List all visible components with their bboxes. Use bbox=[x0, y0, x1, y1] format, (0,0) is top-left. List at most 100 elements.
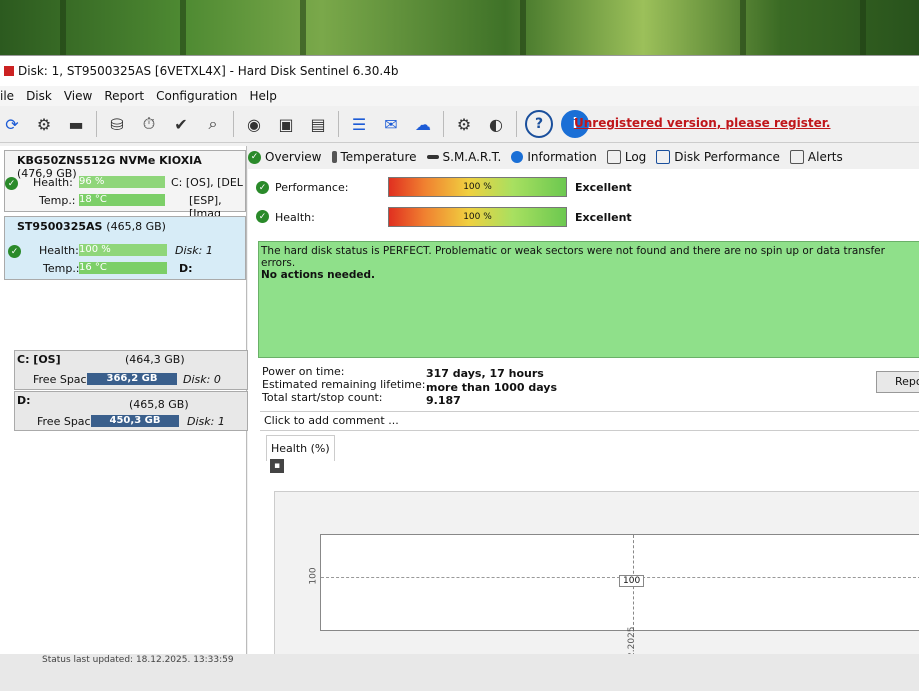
email-icon[interactable]: ✉ bbox=[379, 112, 403, 136]
tab-overview[interactable]: ✓ Overview bbox=[248, 150, 322, 164]
volume-name: C: [OS] bbox=[17, 353, 61, 366]
status-text: Status last updated: 18.12.2025. 13:33:5… bbox=[42, 655, 234, 665]
network-disk-icon[interactable]: ◉ bbox=[242, 112, 266, 136]
sound-icon[interactable]: ◐ bbox=[484, 112, 508, 136]
check-icon: ✓ bbox=[8, 245, 21, 258]
tab-information[interactable]: Information bbox=[511, 150, 597, 164]
startstop-value: 9.187 bbox=[426, 394, 461, 407]
performance-label: Performance: bbox=[275, 181, 349, 194]
free-space-bar: 366,2 GB bbox=[87, 373, 177, 385]
volume-item-d[interactable]: D: (465,8 GB) Free Space 450,3 GB Disk: … bbox=[14, 391, 248, 431]
save-icon[interactable]: ▪ bbox=[270, 459, 284, 473]
refresh-icon[interactable]: ⟳ bbox=[0, 112, 24, 136]
tab-smart[interactable]: S.M.A.R.T. bbox=[426, 150, 501, 164]
comment-field[interactable]: Click to add comment ... bbox=[260, 411, 919, 431]
power-on-label: Power on time: bbox=[262, 365, 345, 378]
title-bar: Disk: 1, ST9500325AS [6VETXL4X] - Hard D… bbox=[0, 56, 919, 86]
overview-panel: ✓ Performance: 100 % Excellent ✓ Health:… bbox=[248, 169, 919, 688]
device-icon[interactable]: ▤ bbox=[306, 112, 330, 136]
log-icon bbox=[606, 150, 621, 164]
check-icon: ✓ bbox=[248, 150, 261, 164]
volume-disk: Disk: 0 bbox=[183, 373, 221, 386]
disk-item-kioxia[interactable]: KBG50ZNS512G NVMe KIOXIA (476,9 GB) ✓ He… bbox=[4, 150, 246, 220]
menu-disk[interactable]: Disk bbox=[26, 89, 52, 103]
settings-icon[interactable]: ⚙ bbox=[452, 112, 476, 136]
health-bar: 100 % bbox=[79, 244, 167, 256]
tab-bar: ✓ Overview Temperature S.M.A.R.T. Informa… bbox=[248, 146, 853, 168]
menu-file[interactable]: ile bbox=[0, 89, 14, 103]
y-tick-label: 100 bbox=[308, 567, 319, 585]
actions-text: No actions needed. bbox=[261, 269, 376, 281]
lifetime-label: Estimated remaining lifetime: bbox=[262, 378, 426, 391]
temp-label: Temp.: bbox=[43, 262, 80, 275]
temp-bar: 16 °C bbox=[79, 262, 167, 274]
menu-view[interactable]: View bbox=[64, 89, 92, 103]
tab-temperature[interactable]: Temperature bbox=[331, 150, 417, 164]
disk-item-st9500325as[interactable]: ST9500325AS (465,8 GB) ✓ Health: 100 % D… bbox=[4, 216, 246, 280]
status-box: The hard disk status is PERFECT. Problem… bbox=[258, 241, 919, 358]
performance-rating: Excellent bbox=[575, 181, 632, 194]
disk-name: ST9500325AS bbox=[17, 220, 103, 233]
data-label: 100 bbox=[619, 575, 645, 587]
alerts-icon bbox=[789, 150, 804, 164]
tab-alerts[interactable]: Alerts bbox=[789, 150, 843, 164]
check-icon: ✓ bbox=[5, 177, 18, 190]
status-text: The hard disk status is PERFECT. Problem… bbox=[261, 245, 885, 269]
box-icon[interactable]: ▣ bbox=[274, 112, 298, 136]
startstop-label: Total start/stop count: bbox=[262, 391, 383, 404]
menu-configuration[interactable]: Configuration bbox=[156, 89, 237, 103]
report-icon[interactable]: ☰ bbox=[347, 112, 371, 136]
disk-size: (465,8 GB) bbox=[106, 220, 166, 233]
power-on-value: 317 days, 17 hours bbox=[426, 367, 544, 380]
health-label: Health: bbox=[275, 211, 315, 224]
toolbar-separator bbox=[96, 111, 97, 137]
health-rating: Excellent bbox=[575, 211, 632, 224]
report-button[interactable]: Repo bbox=[876, 371, 919, 393]
disk-refresh-icon[interactable]: ⚙ bbox=[32, 112, 56, 136]
volume-name: D: bbox=[17, 394, 31, 407]
health-label: Health: bbox=[39, 244, 79, 257]
free-space-label: Free Space bbox=[37, 415, 98, 428]
menu-help[interactable]: Help bbox=[250, 89, 277, 103]
temp-bar: 18 °C bbox=[79, 194, 165, 206]
health-label: Health: bbox=[33, 176, 73, 189]
disk-check-icon[interactable]: ✔ bbox=[169, 112, 193, 136]
toolbar-separator bbox=[233, 111, 234, 137]
volume-size: (465,8 GB) bbox=[129, 398, 189, 411]
performance-bar: 100 % bbox=[388, 177, 567, 197]
disk-test-icon[interactable]: ⛁ bbox=[105, 112, 129, 136]
toolbar-separator bbox=[338, 111, 339, 137]
temp-label: Temp.: bbox=[39, 194, 76, 207]
check-icon: ✓ bbox=[256, 210, 269, 223]
toolbar-separator bbox=[516, 111, 517, 137]
disk-list-panel: KBG50ZNS512G NVMe KIOXIA (476,9 GB) ✓ He… bbox=[0, 146, 248, 686]
disk-timer-icon[interactable]: ⏱ bbox=[137, 112, 161, 136]
volume-disk: Disk: 1 bbox=[187, 415, 225, 428]
disk-info-2: D: bbox=[179, 262, 193, 275]
tab-disk-performance[interactable]: Disk Performance bbox=[656, 150, 780, 164]
app-icon bbox=[4, 66, 14, 76]
thermometer-icon bbox=[331, 151, 337, 163]
volume-item-c[interactable]: C: [OS] (464,3 GB) Free Space 366,2 GB D… bbox=[14, 350, 248, 390]
volume-size: (464,3 GB) bbox=[125, 353, 185, 366]
lifetime-value: more than 1000 days bbox=[426, 381, 558, 394]
help-icon[interactable]: ? bbox=[525, 110, 553, 138]
disk-info: Disk: 1 bbox=[175, 244, 213, 257]
status-bar: Status last updated: 18.12.2025. 13:33:5… bbox=[0, 654, 919, 691]
tab-log[interactable]: Log bbox=[606, 150, 646, 164]
health-bar: 96 % bbox=[79, 176, 165, 188]
disk-name: KBG50ZNS512G NVMe KIOXIA bbox=[17, 154, 202, 167]
toolbar-separator bbox=[443, 111, 444, 137]
app-window: Disk: 1, ST9500325AS [6VETXL4X] - Hard D… bbox=[0, 55, 919, 691]
health-bar: 100 % bbox=[388, 207, 567, 227]
unregistered-link[interactable]: Unregistered version, please register. bbox=[574, 116, 831, 130]
disk-info: C: [OS], [DEL bbox=[171, 176, 243, 189]
menu-report[interactable]: Report bbox=[104, 89, 144, 103]
web-icon[interactable]: ☁ bbox=[411, 112, 435, 136]
toolbar: ⟳ ⚙ ▬ ⛁ ⏱ ✔ ⌕ ◉ ▣ ▤ ☰ ✉ ☁ ⚙ ◐ ? i Unregi… bbox=[0, 106, 919, 143]
window-title: Disk: 1, ST9500325AS [6VETXL4X] - Hard D… bbox=[18, 64, 399, 78]
chart-title-tab[interactable]: Health (%) bbox=[266, 435, 335, 461]
disk-search-icon[interactable]: ⌕ bbox=[201, 112, 225, 136]
drive-icon[interactable]: ▬ bbox=[64, 112, 88, 136]
free-space-bar: 450,3 GB bbox=[91, 415, 179, 427]
